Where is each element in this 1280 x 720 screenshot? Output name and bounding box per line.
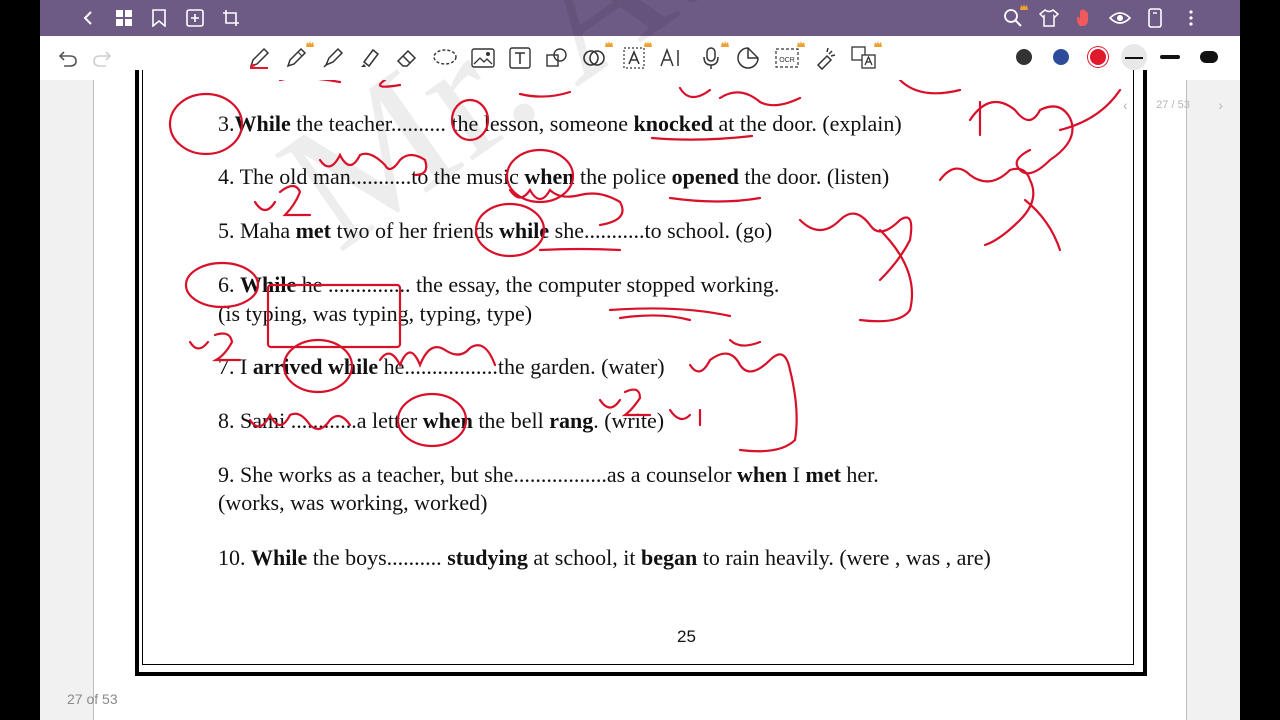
eye-icon[interactable] (1105, 0, 1135, 36)
hand-icon[interactable] (1069, 0, 1099, 36)
shirt-icon[interactable] (1034, 0, 1064, 36)
svg-text:OCR: OCR (779, 57, 795, 64)
more-icon[interactable] (1176, 0, 1206, 36)
stroke-thick[interactable] (1200, 51, 1218, 63)
redo-icon[interactable] (86, 42, 118, 74)
undo-icon[interactable] (52, 42, 84, 74)
grid-icon[interactable] (109, 0, 139, 36)
pdf-annotator-app: OCR Mr. Abdo 3.While the teacher........… (40, 0, 1240, 720)
stroke-medium[interactable] (1160, 55, 1180, 59)
top-bar (40, 0, 1240, 36)
bookmark-icon[interactable] (144, 0, 174, 36)
crop-icon[interactable] (216, 0, 246, 36)
color-swatch-red[interactable] (1090, 49, 1106, 65)
prev-page-icon[interactable]: ‹ (1123, 97, 1128, 113)
color-swatch-blue[interactable] (1053, 49, 1069, 65)
pdf-page: Mr. Abdo 3.While the teacher.......... t… (93, 0, 1187, 720)
printed-page-number: 25 (677, 627, 696, 646)
page-indicator: 27 / 53 (1156, 99, 1190, 111)
exercise-line-8: 8. Sami ............a letter when the be… (218, 408, 665, 433)
back-icon[interactable] (73, 0, 103, 36)
add-page-icon[interactable] (180, 0, 210, 36)
page-count-label: 27 of 53 (67, 691, 118, 707)
page-navigator: ‹ 27 / 53 › (1123, 90, 1223, 120)
stroke-thin[interactable] (1125, 57, 1143, 59)
search-icon[interactable] (998, 0, 1028, 36)
exercise-line-10: 10. While the boys.......... studying at… (218, 545, 991, 570)
exercise-line-6-options: (is typing, was typing, typing, type) (218, 301, 533, 326)
exercise-line-9-options: (works, was working, worked) (218, 490, 488, 515)
next-page-icon[interactable]: › (1218, 97, 1223, 113)
exercise-line-7: 7. I arrived while he.................th… (218, 354, 665, 379)
exercise-line-3: 3.While the teacher.......... the lesson… (218, 111, 902, 136)
exercise-line-9: 9. She works as a teacher, but she......… (218, 462, 879, 487)
document-viewer[interactable]: Mr. Abdo 3.While the teacher.......... t… (40, 0, 1240, 720)
exercise-line-5: 5. Maha met two of her friends while she… (218, 218, 773, 243)
exercise-line-4: 4. The old man...........to the music wh… (218, 164, 890, 189)
exercise-line-6: 6. While he ............... the essay, t… (218, 272, 780, 297)
color-swatch-dark[interactable] (1016, 49, 1032, 65)
phone-icon[interactable] (1140, 0, 1170, 36)
